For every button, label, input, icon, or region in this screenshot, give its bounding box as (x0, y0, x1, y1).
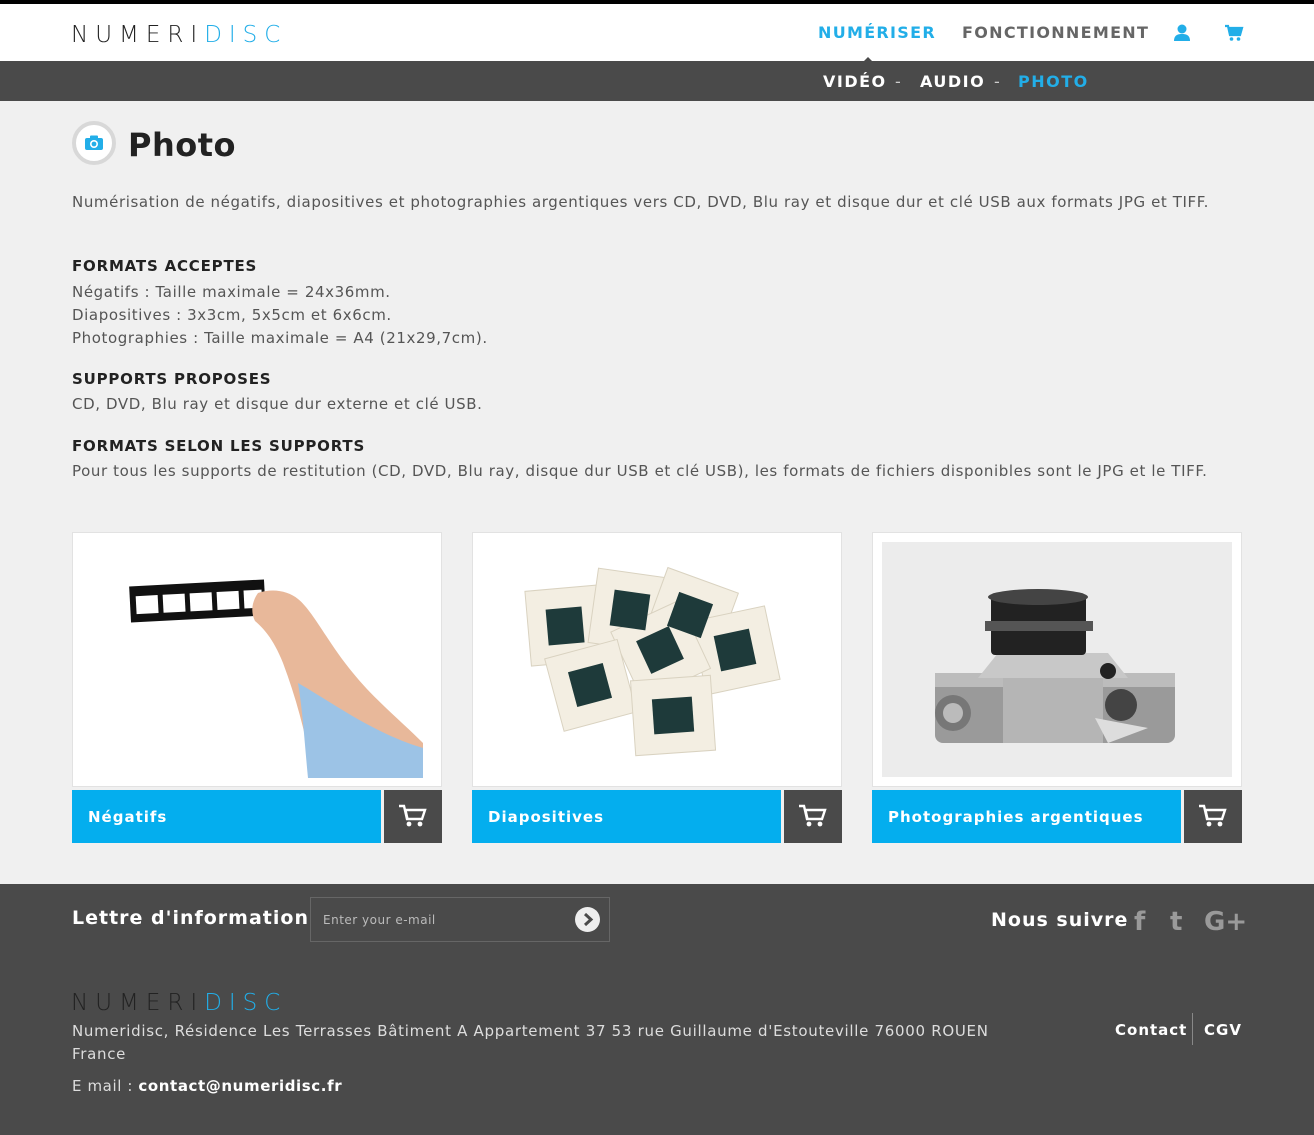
subnav-separator: - (994, 72, 1002, 91)
footer-logo[interactable]: NUMERIDISC (71, 990, 287, 1016)
sub-navigation: VIDÉO - AUDIO - PHOTO (0, 61, 1314, 101)
follow-title: Nous suivre (991, 909, 1129, 931)
facebook-icon[interactable]: f (1134, 908, 1145, 936)
camera-icon (72, 121, 116, 165)
cart-icon[interactable] (1224, 23, 1244, 43)
section-line: Diapositives : 3x3cm, 5x5cm et 6x6cm. (72, 306, 392, 324)
card-image-photographies[interactable] (872, 532, 1242, 787)
twitter-icon[interactable]: t (1170, 908, 1182, 936)
footer-address: Numeridisc, Résidence Les Terrasses Bâti… (72, 1022, 989, 1063)
footer-divider (1192, 1013, 1193, 1045)
logo[interactable]: NUMERIDISC (71, 22, 287, 48)
footer-link-contact[interactable]: Contact (1115, 1020, 1187, 1040)
email-label: E mail : (72, 1077, 139, 1095)
subnav-separator: - (895, 72, 903, 91)
google-plus-icon[interactable]: G+ (1204, 908, 1247, 936)
subnav-video[interactable]: VIDÉO (823, 72, 887, 92)
cart-icon[interactable] (1184, 790, 1242, 843)
newsletter-title: Lettre d'informations (72, 907, 322, 929)
section-heading: FORMATS SELON LES SUPPORTS (72, 437, 366, 455)
subnav-photo[interactable]: PHOTO (1018, 72, 1089, 92)
section-heading: FORMATS ACCEPTES (72, 257, 258, 275)
section-line: CD, DVD, Blu ray et disque dur externe e… (72, 395, 483, 413)
section-line: Photographies : Taille maximale = A4 (21… (72, 329, 488, 347)
footer-link-cgv[interactable]: CGV (1204, 1020, 1242, 1040)
subnav-audio[interactable]: AUDIO (920, 72, 985, 92)
intro-text: Numérisation de négatifs, diapositives e… (72, 193, 1209, 211)
user-icon[interactable] (1172, 23, 1192, 43)
logo-part-2: DISC (204, 990, 288, 1016)
newsletter-bar: Lettre d'informations Nous suivre f t G+ (0, 884, 1314, 954)
logo-part-2: DISC (204, 22, 288, 48)
email-field[interactable] (310, 897, 610, 942)
card-label-photographies[interactable]: Photographies argentiques (872, 790, 1181, 843)
submit-arrow-icon[interactable] (575, 907, 600, 932)
card-image-diapositives[interactable] (472, 532, 842, 787)
logo-part-1: NUMERI (71, 22, 205, 48)
footer: NUMERIDISC Numeridisc, Résidence Les Ter… (0, 954, 1314, 1135)
section-line: Négatifs : Taille maximale = 24x36mm. (72, 283, 391, 301)
card-label-negatifs[interactable]: Négatifs (72, 790, 381, 843)
header: NUMERIDISC NUMÉRISER FONCTIONNEMENT (0, 4, 1314, 65)
cart-icon[interactable] (784, 790, 842, 843)
section-line: Pour tous les supports de restitution (C… (72, 462, 1208, 480)
nav-fonctionnement[interactable]: FONCTIONNEMENT (962, 23, 1149, 43)
card-label-diapositives[interactable]: Diapositives (472, 790, 781, 843)
nav-numeriser[interactable]: NUMÉRISER (818, 23, 936, 43)
section-heading: SUPPORTS PROPOSES (72, 370, 272, 388)
card-image-negatifs[interactable] (72, 532, 442, 787)
page-title: Photo (128, 126, 236, 164)
email-link[interactable]: contact@numeridisc.fr (138, 1077, 342, 1095)
logo-part-1: NUMERI (71, 990, 205, 1016)
cart-icon[interactable] (384, 790, 442, 843)
footer-email-line: E mail : contact@numeridisc.fr (72, 1076, 342, 1096)
